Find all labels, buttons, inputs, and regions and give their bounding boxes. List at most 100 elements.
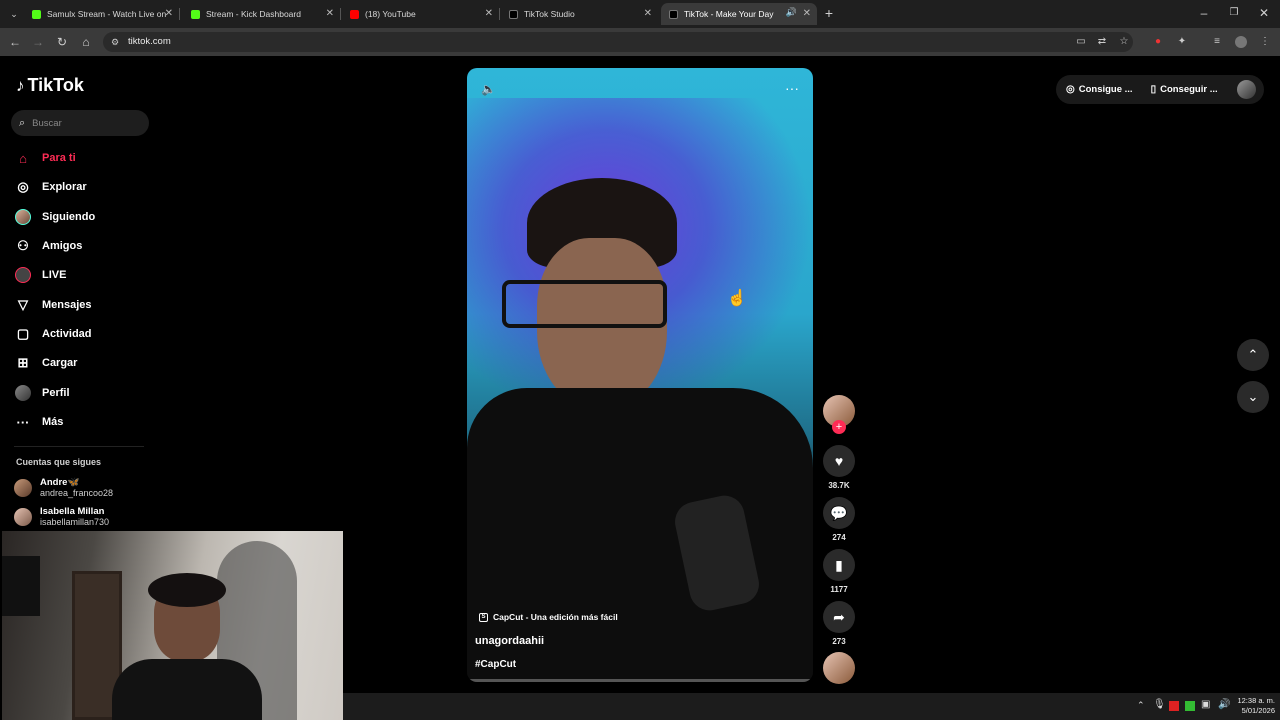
coin-icon: ◎: [1066, 84, 1075, 95]
previous-video-button[interactable]: ⌃: [1237, 339, 1269, 371]
restore-icon[interactable]: ❐: [1226, 5, 1242, 21]
close-tab-icon[interactable]: ✕: [803, 8, 811, 19]
reload-icon[interactable]: ↻: [54, 34, 70, 50]
video-hashtag[interactable]: #CapCut: [475, 659, 516, 670]
nav-explorar[interactable]: ◎ Explorar: [14, 178, 86, 196]
more-icon: ···: [16, 414, 30, 430]
mic-icon[interactable]: 🎙: [1153, 699, 1166, 710]
account-item[interactable]: Isabella Millan isabellamillan730: [14, 506, 109, 528]
tiktok-icon: [669, 9, 678, 19]
kick-icon: [191, 9, 200, 19]
webcam-overlay: [2, 531, 343, 720]
capcut-tag[interactable]: S CapCut - Una edición más fácil: [479, 612, 618, 622]
chevron-down-icon: ⌄: [1247, 389, 1259, 404]
tab-search-icon[interactable]: ⌄: [6, 6, 22, 22]
get-coins-button[interactable]: ◎ Consigue ...: [1066, 84, 1133, 95]
sidebar-divider: [14, 446, 144, 447]
close-tab-icon[interactable]: ✕: [165, 8, 173, 19]
minimize-icon[interactable]: –: [1196, 5, 1212, 21]
profile-icon: [14, 384, 32, 402]
upload-icon: ⊞: [17, 355, 29, 370]
sound-avatar[interactable]: [822, 652, 856, 684]
tab-samulx[interactable]: Samulx Stream - Watch Live on ✕: [24, 3, 180, 25]
video-player[interactable]: 🔈 ···: [467, 68, 813, 682]
next-video-button[interactable]: ⌄: [1237, 381, 1269, 413]
audio-playing-icon[interactable]: 🔊: [786, 7, 797, 18]
forward-icon[interactable]: →: [30, 34, 46, 50]
avatar: [823, 652, 855, 684]
like-button[interactable]: ♥ 38.7K: [822, 445, 856, 490]
tab-tiktok-active[interactable]: TikTok - Make Your Day 🔊 ✕: [661, 3, 817, 25]
address-bar-row: ← → ↻ ⌂ ⚙ tiktok.com ▭ ⇄ ☆ ● ✦ ≡ ⋮: [0, 28, 1280, 56]
follow-plus-icon[interactable]: +: [832, 420, 846, 434]
save-button[interactable]: ▮ 1177: [822, 549, 856, 594]
home-icon: ⌂: [19, 150, 27, 166]
site-info-icon[interactable]: ⚙: [111, 32, 119, 52]
heart-icon: ♥: [823, 445, 855, 477]
nav-mensajes[interactable]: ▽ Mensajes: [14, 296, 92, 314]
close-tab-icon[interactable]: ✕: [326, 8, 334, 19]
capcut-icon: S: [479, 612, 488, 622]
webcam-person: [112, 573, 262, 720]
nav-cargar[interactable]: ⊞ Cargar: [14, 354, 78, 372]
comment-button[interactable]: 💬 274: [822, 497, 856, 542]
tray-app-icon[interactable]: ▣: [1201, 699, 1210, 710]
get-app-button[interactable]: ▯ Conseguir ...: [1151, 84, 1218, 95]
home-icon[interactable]: ⌂: [78, 34, 94, 50]
tray-green-app-icon[interactable]: [1185, 701, 1195, 711]
search-input[interactable]: ⌕ Buscar: [11, 110, 149, 136]
author-avatar[interactable]: +: [822, 395, 856, 434]
phone-icon: ▯: [1150, 84, 1157, 95]
cast-icon[interactable]: ▭: [1075, 36, 1087, 48]
close-tab-icon[interactable]: ✕: [644, 8, 652, 19]
clock[interactable]: 12:38 a. m. 5/01/2026: [1233, 696, 1275, 716]
close-window-icon[interactable]: ✕: [1256, 5, 1272, 21]
tab-kick-dashboard[interactable]: Stream - Kick Dashboard ✕: [183, 3, 341, 25]
compass-icon: ◎: [17, 179, 29, 194]
share-icon: ➦: [823, 601, 855, 633]
nav-para-ti[interactable]: ⌂ Para ti: [14, 149, 76, 167]
close-tab-icon[interactable]: ✕: [485, 8, 493, 19]
avatar: [14, 479, 32, 497]
top-right-actions: ◎ Consigue ... ▯ Conseguir ...: [1056, 75, 1264, 104]
extensions-icon[interactable]: ✦: [1176, 36, 1188, 48]
hand-cursor-icon: ☝: [727, 290, 747, 307]
user-avatar[interactable]: [1237, 80, 1256, 99]
tray-chevron-icon[interactable]: ⌃: [1137, 700, 1145, 711]
back-icon[interactable]: ←: [7, 34, 23, 50]
tab-youtube[interactable]: (18) YouTube ✕: [342, 3, 500, 25]
search-icon: ⌕: [19, 116, 26, 129]
webcam-tv: [2, 556, 40, 616]
nav-live[interactable]: LIVE: [14, 266, 66, 284]
url-input[interactable]: ⚙ tiktok.com: [103, 32, 1133, 52]
tiktok-logo[interactable]: ♪ TikTok: [16, 75, 84, 96]
tab-tiktok-studio[interactable]: TikTok Studio ✕: [501, 3, 658, 25]
extension-red-icon[interactable]: ●: [1152, 36, 1164, 48]
nav-perfil[interactable]: Perfil: [14, 384, 70, 402]
nav-mas[interactable]: ··· Más: [14, 413, 64, 431]
translate-icon[interactable]: ⇄: [1096, 36, 1108, 48]
browser-tab-bar: ⌄ Samulx Stream - Watch Live on ✕ Stream…: [0, 0, 1280, 28]
more-options-icon[interactable]: ···: [785, 80, 799, 96]
chevron-up-icon: ⌃: [1247, 347, 1259, 362]
volume-icon[interactable]: 🔈: [481, 82, 496, 96]
video-progress-bar[interactable]: [467, 679, 813, 682]
new-tab-icon[interactable]: +: [821, 5, 837, 21]
volume-tray-icon[interactable]: 🔊: [1218, 699, 1230, 710]
profile-avatar-icon[interactable]: [1235, 36, 1247, 48]
activity-icon: ▢: [16, 326, 30, 341]
friends-icon: ⚇: [17, 238, 29, 253]
bookmark-star-icon[interactable]: ☆: [1118, 36, 1130, 48]
browser-menu-icon[interactable]: ⋮: [1259, 36, 1271, 48]
account-item[interactable]: Andre🦋 andrea_francoo28: [14, 477, 113, 499]
media-controls-icon[interactable]: ≡: [1211, 36, 1223, 48]
tray-red-app-icon[interactable]: [1169, 701, 1179, 711]
nav-amigos[interactable]: ⚇ Amigos: [14, 237, 82, 255]
following-avatar-icon: [14, 208, 32, 226]
comment-icon: 💬: [823, 497, 855, 529]
nav-actividad[interactable]: ▢ Actividad: [14, 325, 92, 343]
nav-siguiendo[interactable]: Siguiendo: [14, 208, 95, 226]
share-button[interactable]: ➦ 273: [822, 601, 856, 646]
kick-icon: [32, 9, 41, 19]
video-author-username[interactable]: unagordaahii: [475, 635, 544, 647]
